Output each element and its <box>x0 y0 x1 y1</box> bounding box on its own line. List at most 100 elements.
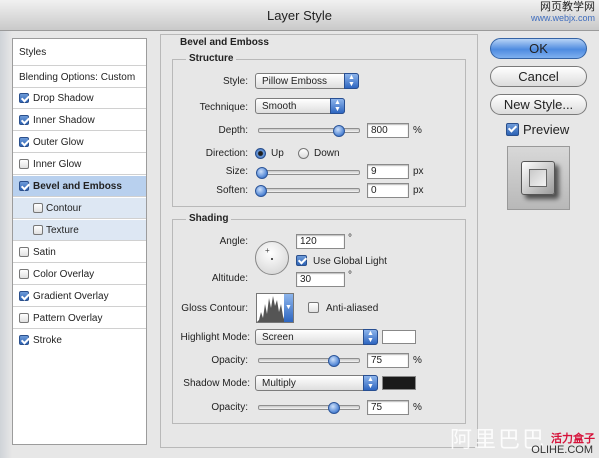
drop-shadow-label: Drop Shadow <box>33 93 94 104</box>
direction-label: Direction: <box>205 148 248 159</box>
cancel-button[interactable]: Cancel <box>490 66 587 87</box>
gloss-contour-picker[interactable]: ▼ <box>256 293 294 323</box>
size-slider-thumb[interactable] <box>256 167 268 179</box>
color-overlay-checkbox[interactable] <box>19 269 29 279</box>
shading-group <box>172 219 466 424</box>
title-bar: Layer Style 网页教学网 www.webjx.com <box>0 0 599 31</box>
texture-checkbox[interactable] <box>33 225 43 235</box>
angle-unit: ° <box>348 233 352 244</box>
shadow-opacity-slider[interactable] <box>258 405 360 410</box>
highlight-opacity-input[interactable]: 75 <box>367 353 409 368</box>
list-item-outer-glow[interactable]: Outer Glow <box>13 132 146 153</box>
bevel-and-emboss-checkbox[interactable] <box>19 181 29 191</box>
satin-label: Satin <box>33 247 56 258</box>
styles-label: Styles <box>19 47 47 58</box>
drop-shadow-checkbox[interactable] <box>19 93 29 103</box>
highlight-opacity-slider[interactable] <box>258 358 360 363</box>
outer-glow-checkbox[interactable] <box>19 137 29 147</box>
soften-label: Soften: <box>216 185 248 196</box>
list-item-satin[interactable]: Satin <box>13 242 146 263</box>
highlight-opacity-label: Opacity: <box>211 355 248 366</box>
style-select-value: Pillow Emboss <box>262 76 328 87</box>
structure-title: Structure <box>186 53 237 64</box>
shadow-opacity-input[interactable]: 75 <box>367 400 409 415</box>
direction-down-label: Down <box>314 148 340 159</box>
preview-checkbox[interactable] <box>506 123 519 136</box>
size-input[interactable]: 9 <box>367 164 409 179</box>
depth-unit: % <box>413 125 422 136</box>
shadow-mode-label: Shadow Mode: <box>183 378 250 389</box>
inner-glow-checkbox[interactable] <box>19 159 29 169</box>
use-global-light-label: Use Global Light <box>313 256 387 267</box>
preview-square-icon <box>521 161 555 195</box>
satin-checkbox[interactable] <box>19 247 29 257</box>
list-item-drop-shadow[interactable]: Drop Shadow <box>13 88 146 109</box>
highlight-mode-select[interactable]: Screen ▲ ▼ <box>255 329 378 345</box>
style-label: Style: <box>222 76 248 87</box>
watermark-domain: OLIHE.COM <box>531 444 593 456</box>
depth-label: Depth: <box>218 125 248 136</box>
use-global-light-checkbox[interactable] <box>296 255 307 266</box>
stroke-checkbox[interactable] <box>19 335 29 345</box>
blending-options-label: Blending Options: Custom <box>19 72 136 83</box>
ok-button[interactable]: OK <box>490 38 587 59</box>
soften-input[interactable]: 0 <box>367 183 409 198</box>
list-item-pattern-overlay[interactable]: Pattern Overlay <box>13 308 146 329</box>
soften-slider-thumb[interactable] <box>255 185 267 197</box>
size-unit: px <box>413 166 424 177</box>
stroke-label: Stroke <box>33 335 62 346</box>
soften-slider[interactable] <box>258 188 360 193</box>
depth-slider-thumb[interactable] <box>333 125 345 137</box>
contour-checkbox[interactable] <box>33 203 43 213</box>
highlight-color-swatch[interactable] <box>382 330 416 344</box>
list-item-contour[interactable]: Contour <box>13 198 146 219</box>
preview-inner-square <box>529 169 547 187</box>
altitude-unit: ° <box>348 270 352 281</box>
direction-up-radio[interactable] <box>255 148 266 159</box>
gradient-overlay-checkbox[interactable] <box>19 291 29 301</box>
new-style-button[interactable]: New Style... <box>490 94 587 115</box>
shadow-opacity-slider-thumb[interactable] <box>328 402 340 414</box>
technique-label: Technique: <box>199 102 248 113</box>
list-item-styles[interactable]: Styles <box>13 39 146 66</box>
pattern-overlay-checkbox[interactable] <box>19 313 29 323</box>
texture-label: Texture <box>46 225 79 236</box>
list-item-inner-glow[interactable]: Inner Glow <box>13 154 146 175</box>
size-slider[interactable] <box>258 170 360 175</box>
anti-aliased-checkbox[interactable] <box>308 302 319 313</box>
preview-label: Preview <box>523 122 570 137</box>
bevel-and-emboss-label: Bevel and Emboss <box>33 181 122 192</box>
highlight-opacity-slider-thumb[interactable] <box>328 355 340 367</box>
direction-down-radio[interactable] <box>298 148 309 159</box>
style-preview <box>507 146 570 210</box>
shadow-opacity-label: Opacity: <box>211 402 248 413</box>
angle-input[interactable]: 120 <box>296 234 345 249</box>
list-item-inner-shadow[interactable]: Inner Shadow <box>13 110 146 131</box>
direction-up-label: Up <box>271 148 284 159</box>
list-item-gradient-overlay[interactable]: Gradient Overlay <box>13 286 146 307</box>
shadow-opacity-unit: % <box>413 402 422 413</box>
shadow-mode-select[interactable]: Multiply ▲ ▼ <box>255 375 378 391</box>
technique-select[interactable]: Smooth ▲ ▼ <box>255 98 345 114</box>
color-overlay-label: Color Overlay <box>33 269 95 280</box>
watermark-top: 网页教学网 www.webjx.com <box>531 2 595 24</box>
list-item-texture[interactable]: Texture <box>13 220 146 241</box>
list-item-stroke[interactable]: Stroke <box>13 330 146 351</box>
depth-input[interactable]: 800 <box>367 123 409 138</box>
bevel-emboss-title: Bevel and Emboss <box>177 37 272 48</box>
altitude-input[interactable]: 30 <box>296 272 345 287</box>
technique-select-value: Smooth <box>262 101 297 112</box>
list-item-blending-options[interactable]: Blending Options: Custom <box>13 66 146 88</box>
inner-shadow-checkbox[interactable] <box>19 115 29 125</box>
list-item-color-overlay[interactable]: Color Overlay <box>13 264 146 285</box>
contour-dropdown-arrow-icon: ▼ <box>284 294 293 322</box>
outer-glow-label: Outer Glow <box>33 137 84 148</box>
style-select[interactable]: Pillow Emboss ▲ ▼ <box>255 73 359 89</box>
updown-arrow-icon: ▲ ▼ <box>330 98 345 114</box>
shading-title: Shading <box>186 213 232 224</box>
shadow-mode-value: Multiply <box>262 378 296 389</box>
angle-wheel[interactable]: + <box>255 241 289 275</box>
list-item-bevel-and-emboss[interactable]: Bevel and Emboss <box>13 176 146 197</box>
shadow-color-swatch[interactable] <box>382 376 416 390</box>
contour-curve-icon <box>257 296 285 322</box>
